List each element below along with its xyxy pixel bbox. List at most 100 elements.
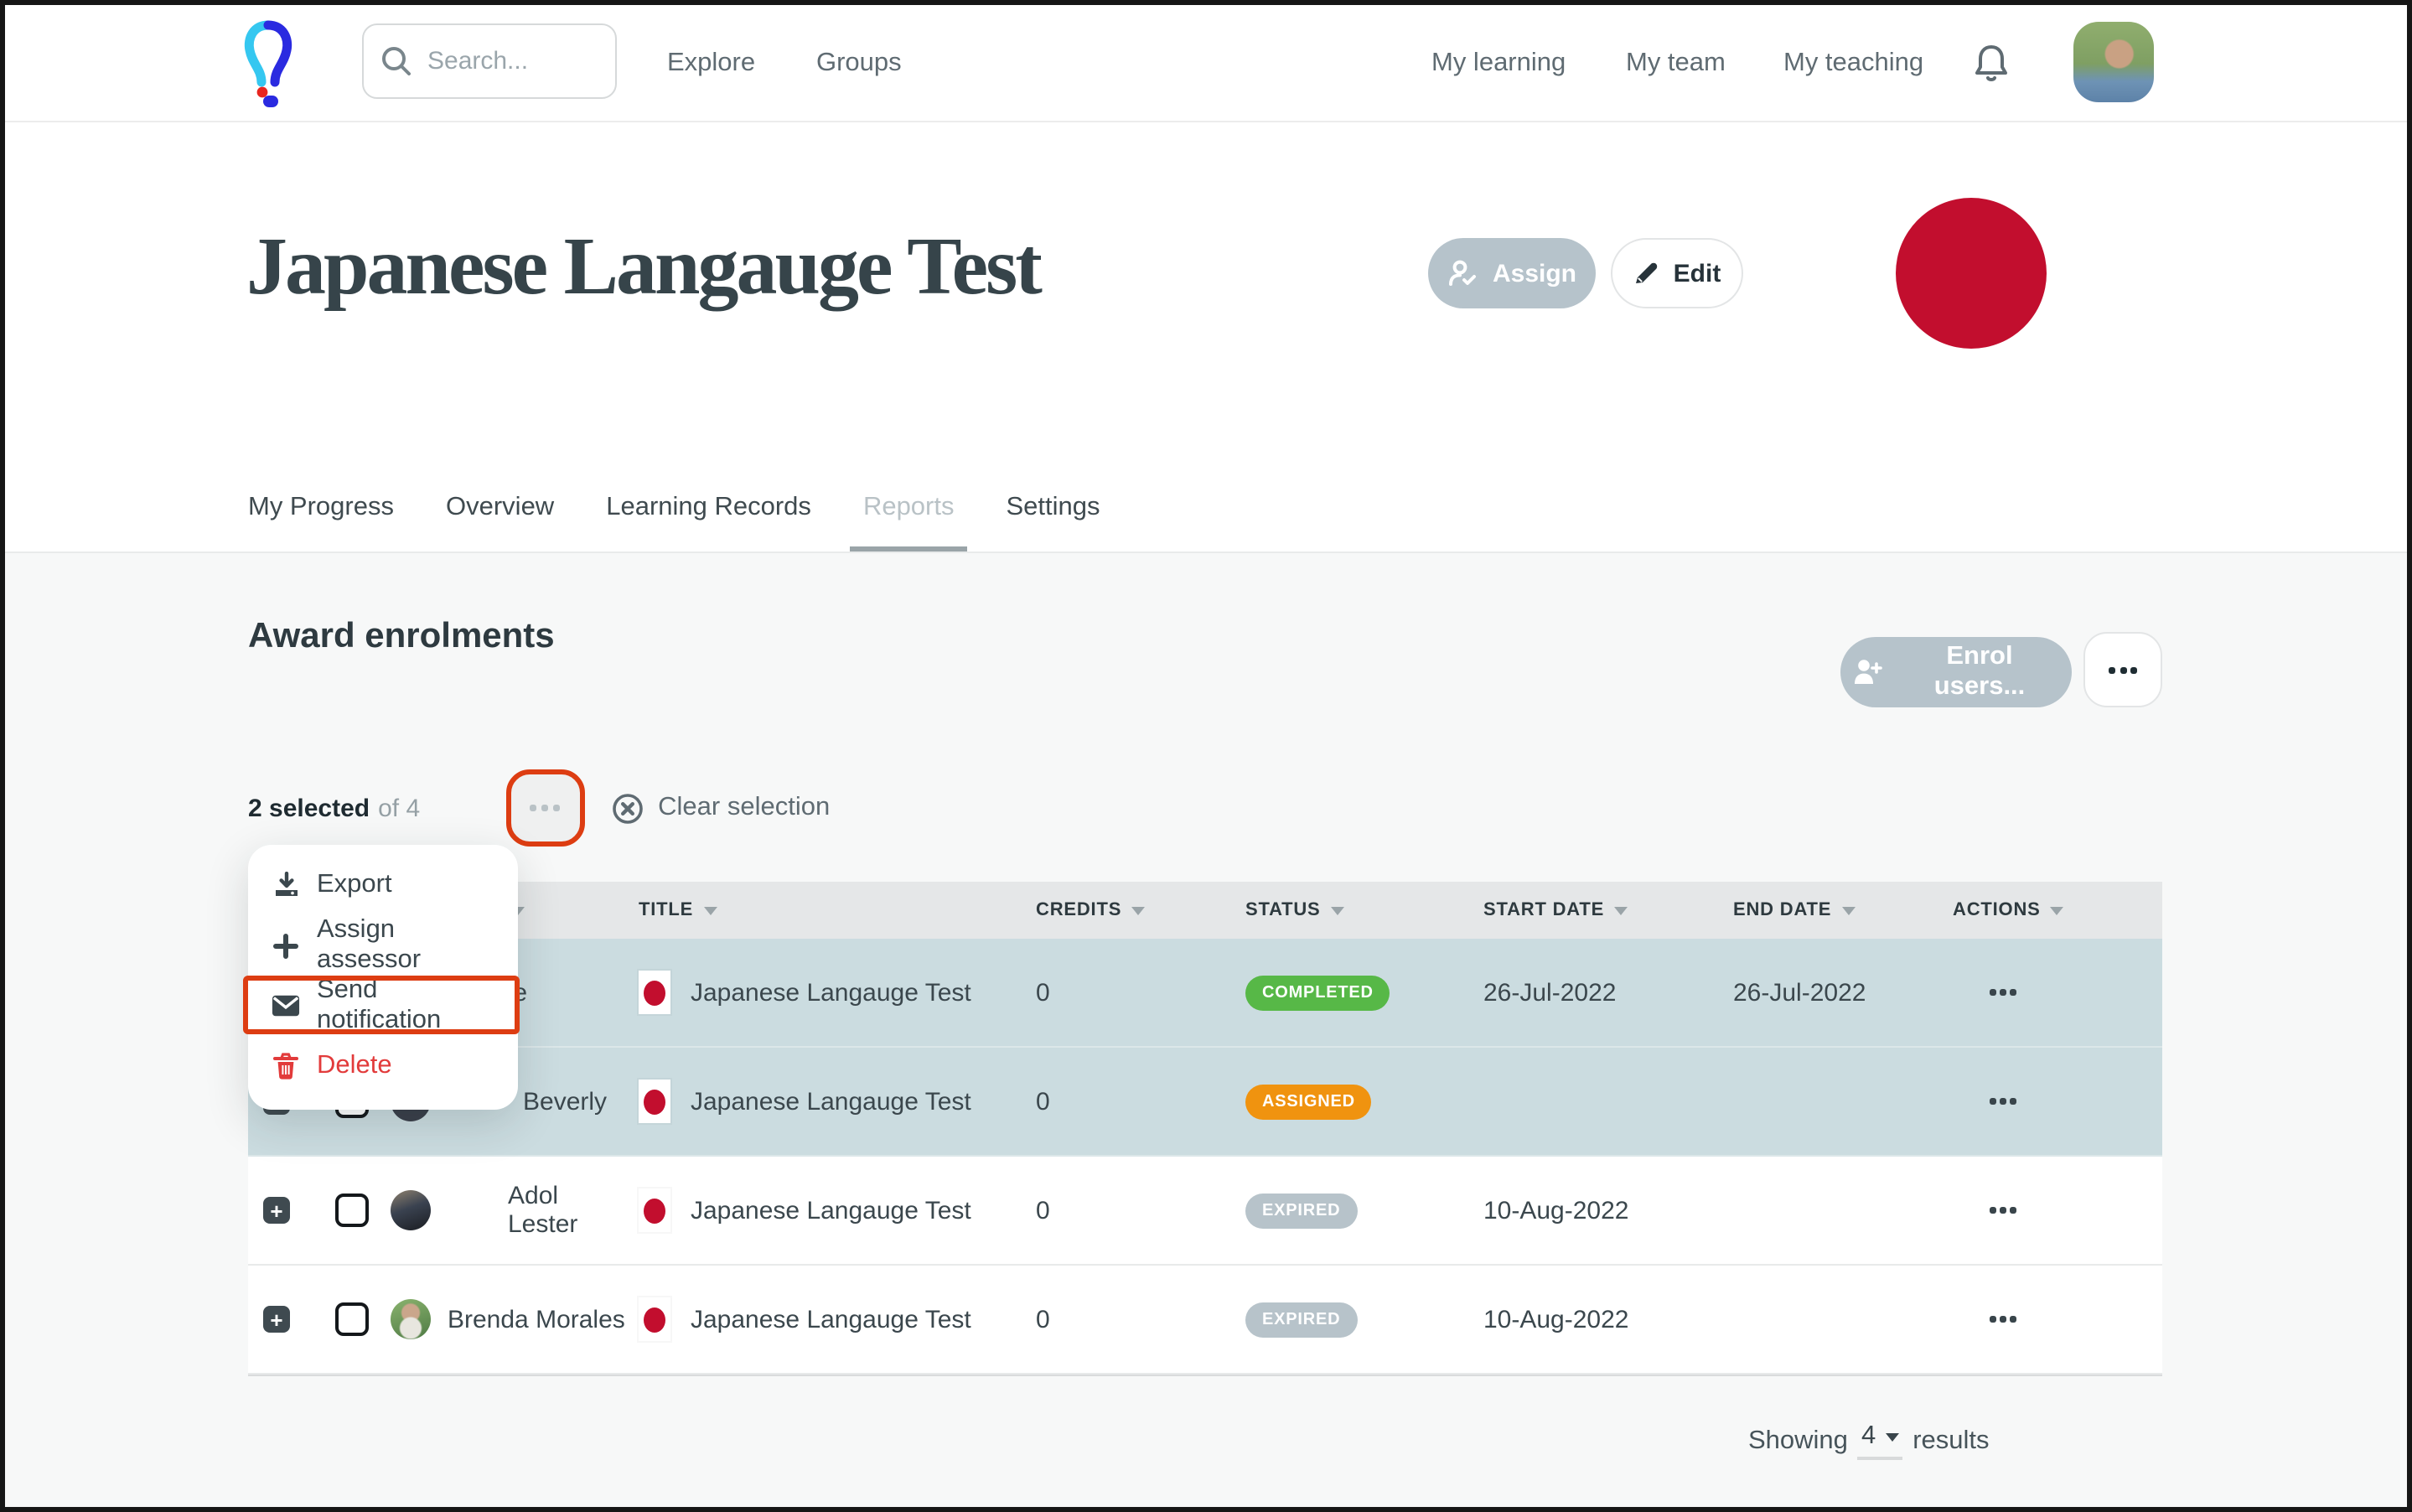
nav-link-my-learning[interactable]: My learning	[1431, 5, 1566, 121]
menu-item-label: Delete	[317, 1051, 392, 1081]
page-title: Japanese Langauge Test	[246, 218, 1040, 313]
assign-button[interactable]: Assign	[1428, 238, 1596, 308]
sort-caret-icon	[1131, 906, 1145, 914]
header-actions-column[interactable]: ACTIONS	[1938, 900, 2162, 920]
menu-item-send-notification[interactable]: Send notification	[248, 976, 518, 1036]
menu-item-label: Assign assessor	[317, 915, 494, 976]
edit-button-label: Edit	[1674, 259, 1721, 287]
person-plus-icon	[1850, 657, 1884, 687]
person-check-icon	[1447, 258, 1479, 288]
notifications-bell-icon[interactable]	[1969, 42, 2013, 85]
results-count-select[interactable]: 4	[1858, 1421, 1902, 1460]
clear-circle-x-icon	[611, 792, 643, 824]
edit-button[interactable]: Edit	[1611, 238, 1743, 308]
course-hero: Japanese Langauge Test Assign Edit My Pr…	[5, 121, 2407, 553]
expand-row-button[interactable]: +	[263, 1306, 290, 1333]
user-name: Brenda Morales	[441, 1305, 632, 1333]
header-label: CREDITS	[1036, 900, 1121, 920]
enrolments-table: TITLE CREDITS STATUS START DATE END DATE ACTI…	[248, 882, 2162, 1376]
ellipsis-icon	[1990, 1317, 2016, 1323]
envelope-icon	[272, 992, 300, 1020]
ellipsis-icon	[1990, 1099, 2016, 1105]
download-icon	[272, 871, 300, 899]
tab-learning-records[interactable]: Learning Records	[606, 488, 811, 551]
nav-link-my-teaching[interactable]: My teaching	[1783, 5, 1923, 121]
start-date: 10-Aug-2022	[1468, 1305, 1718, 1333]
sort-caret-icon	[1614, 906, 1628, 914]
japan-flag-icon	[639, 1297, 670, 1341]
search-input[interactable]: Search...	[362, 23, 617, 99]
menu-item-export[interactable]: Export	[248, 855, 518, 915]
sort-caret-icon	[2051, 906, 2064, 914]
nav-link-groups[interactable]: Groups	[816, 5, 902, 121]
results-count-value: 4	[1861, 1421, 1876, 1452]
section-more-actions-button[interactable]	[2083, 632, 2162, 707]
search-placeholder: Search...	[427, 47, 528, 75]
user-avatar[interactable]	[2073, 22, 2154, 102]
status-badge: COMPLETED	[1245, 975, 1390, 1010]
sort-caret-icon	[1331, 906, 1344, 914]
course-title: Japanese Langauge Test	[691, 1305, 971, 1333]
japan-flag-icon	[639, 971, 670, 1014]
start-date: 26-Jul-2022	[1468, 978, 1718, 1007]
header-end-date-column[interactable]: END DATE	[1718, 900, 1938, 920]
credits-value: 0	[1012, 1087, 1222, 1116]
credits-value: 0	[1012, 978, 1222, 1007]
tab-reports[interactable]: Reports	[863, 488, 955, 551]
clear-selection-link[interactable]: Clear selection	[611, 792, 830, 824]
bulk-actions-button[interactable]	[505, 769, 584, 847]
brand-logo-icon[interactable]	[241, 17, 295, 111]
status-badge: EXPIRED	[1245, 1193, 1357, 1228]
status-badge: EXPIRED	[1245, 1302, 1357, 1337]
menu-item-label: Send notification	[317, 976, 494, 1036]
top-nav: Search... Explore Groups My learning My …	[5, 5, 2407, 122]
bulk-actions-menu: Export Assign assessorSend notification De…	[248, 845, 518, 1110]
app-window: Search... Explore Groups My learning My …	[0, 0, 2412, 1512]
table-row: +BeverlyJapanese Langauge Test0ASSIGNED	[248, 1048, 2162, 1157]
course-title: Japanese Langauge Test	[691, 978, 971, 1007]
japan-flag-icon	[639, 1080, 670, 1123]
expand-row-button[interactable]: +	[263, 1197, 290, 1224]
header-label: STATUS	[1245, 900, 1321, 920]
chevron-down-icon	[1886, 1432, 1899, 1441]
ellipsis-icon	[1990, 990, 2016, 996]
row-user-avatar	[391, 1299, 431, 1339]
selection-bar: 2 selected of 4 Clear selection	[248, 769, 830, 847]
table-row: +ClaudeJapanese Langauge Test0COMPLETED2…	[248, 939, 2162, 1048]
pencil-icon	[1633, 260, 1660, 287]
sort-caret-icon	[703, 906, 717, 914]
row-actions-button[interactable]	[1980, 980, 2026, 1006]
nav-link-explore[interactable]: Explore	[667, 5, 755, 121]
ellipsis-icon	[1990, 1208, 2016, 1214]
credits-value: 0	[1012, 1196, 1222, 1225]
menu-item-delete[interactable]: Delete	[248, 1036, 518, 1096]
header-status-column[interactable]: STATUS	[1222, 900, 1468, 920]
row-actions-button[interactable]	[1980, 1198, 2026, 1224]
header-label: ACTIONS	[1953, 900, 2041, 920]
header-title-column[interactable]: TITLE	[632, 900, 1012, 920]
header-label: START DATE	[1483, 900, 1604, 920]
selected-of-total: of 4	[378, 794, 420, 822]
course-title: Japanese Langauge Test	[691, 1196, 971, 1225]
menu-item-label: Export	[317, 870, 392, 900]
course-tabs: My Progress Overview Learning Records Repor…	[248, 488, 1100, 551]
row-actions-button[interactable]	[1980, 1307, 2026, 1333]
header-label: END DATE	[1733, 900, 1831, 920]
tab-settings[interactable]: Settings	[1007, 488, 1100, 551]
showing-label: Showing	[1748, 1426, 1848, 1456]
enrol-users-button-label: Enrol users...	[1897, 642, 2062, 702]
enrol-users-button[interactable]: Enrol users...	[1840, 637, 2072, 707]
tab-overview[interactable]: Overview	[446, 488, 554, 551]
tab-my-progress[interactable]: My Progress	[248, 488, 394, 551]
row-checkbox[interactable]	[335, 1302, 369, 1336]
row-actions-button[interactable]	[1980, 1089, 2026, 1115]
header-start-date-column[interactable]: START DATE	[1468, 900, 1718, 920]
header-credits-column[interactable]: CREDITS	[1012, 900, 1222, 920]
table-row: +Brenda MoralesJapanese Langauge Test0EX…	[248, 1266, 2162, 1375]
trash-icon	[272, 1052, 300, 1080]
nav-link-my-team[interactable]: My team	[1626, 5, 1726, 121]
row-checkbox[interactable]	[335, 1194, 369, 1227]
table-row: +Adol LesterJapanese Langauge Test0EXPIR…	[248, 1157, 2162, 1266]
menu-item-assign-assessor[interactable]: Assign assessor	[248, 915, 518, 976]
clear-selection-label: Clear selection	[658, 793, 830, 823]
